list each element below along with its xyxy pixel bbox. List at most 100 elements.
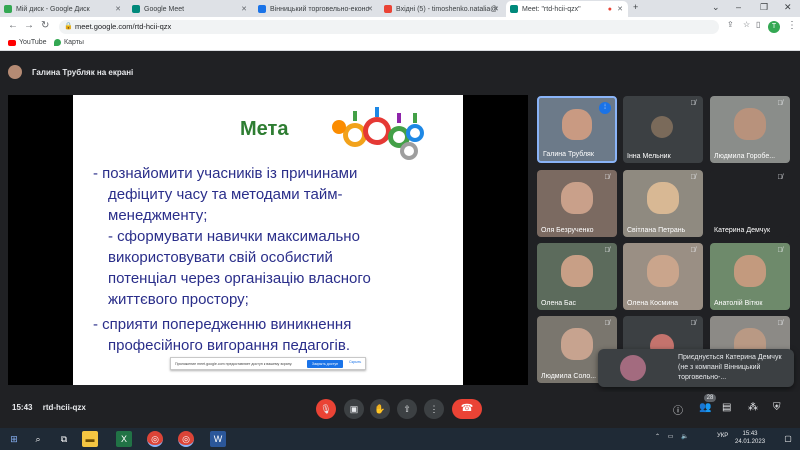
tray-date: 24.01.2023 [735, 439, 766, 445]
participant-tile[interactable]: ⦙ Галина Трубляк [537, 96, 617, 163]
slide-text-line: - сформувати навички максимально [108, 228, 360, 245]
presenter-avatar [8, 65, 22, 79]
sidebar-icon[interactable]: ▯ [756, 20, 760, 29]
url-text: meet.google.com/rtd-hcii-qzx [75, 22, 172, 31]
muted-mic-icon: 🎙̸ [777, 320, 783, 327]
volume-icon[interactable]: 🔈 [681, 434, 688, 440]
bookmark-youtube[interactable]: YouTube [8, 39, 47, 46]
bookmark-star-icon[interactable]: ☆ [743, 20, 750, 29]
task-view-icon[interactable]: ⧉ [56, 431, 72, 447]
participant-name: Галина Трубляк [543, 151, 594, 158]
tab-google-meet[interactable]: Google Meet ✕ [128, 1, 252, 17]
presenting-text: Галина Трубляк на екрані [32, 67, 134, 77]
minimize-button[interactable]: – [736, 2, 741, 12]
slide-title: Мета [240, 118, 289, 140]
file-explorer-icon[interactable]: ▬ [82, 431, 98, 447]
address-bar[interactable]: 🔒 meet.google.com/rtd-hcii-qzx [59, 20, 719, 34]
muted-mic-icon: 🎙̸ [604, 247, 610, 254]
close-tab-icon[interactable]: ✕ [241, 5, 247, 13]
input-language[interactable]: УКР [717, 433, 728, 439]
muted-mic-icon: 🎙̸ [604, 174, 610, 181]
participant-tile[interactable]: 🎙̸ Анатолій Вітюк [710, 243, 790, 310]
participant-name: Людмила Соло... [541, 373, 597, 380]
muted-mic-icon: 🎙̸ [777, 100, 783, 107]
meeting-time: 15:43 [12, 403, 33, 412]
share-icon[interactable]: ⇪ [727, 20, 734, 29]
google-meet-icon [132, 5, 140, 13]
profile-avatar[interactable]: T [768, 21, 780, 33]
maximize-button[interactable]: ❐ [760, 2, 768, 13]
join-notification[interactable]: Приєднується Катерина Демчук (не з компа… [598, 349, 794, 387]
network-icon[interactable]: ▭ [668, 434, 674, 440]
join-notification-text: Приєднується Катерина Демчук (не з компа… [678, 354, 782, 381]
reload-icon[interactable]: ↻ [41, 20, 49, 31]
participant-video [561, 182, 593, 215]
meeting-info: 15:43 rtd-hcii-qzx [12, 403, 86, 412]
chat-icon[interactable]: ▤ [722, 402, 731, 413]
slide-text-line: професійного вигорання педагогів. [108, 337, 351, 354]
muted-mic-icon: 🎙̸ [777, 174, 783, 181]
close-tab-icon[interactable]: ✕ [493, 5, 499, 13]
participant-name: Катерина Демчук [714, 227, 770, 234]
tab-gmail[interactable]: Вхідні (5) - timoshenko.natalia@ ✕ [380, 1, 504, 17]
google-meet-icon [510, 5, 518, 13]
present-screen-icon[interactable]: ⇧ [397, 399, 417, 419]
participants-icon[interactable]: 👥 [699, 402, 711, 413]
participant-tile[interactable]: 🎙̸ Олена Бас [537, 243, 617, 310]
participant-tile[interactable]: 🎙̸ Людмила Горобе... [710, 96, 790, 163]
tab-meet-call[interactable]: Meet: "rtd-hcii-qzx" ● ✕ [506, 1, 628, 17]
close-tab-icon[interactable]: ✕ [367, 5, 373, 13]
screen-share-notice: Приложение meet.google.com предоставляет… [170, 357, 366, 370]
hide-notice-link[interactable]: Скрыть [349, 360, 361, 364]
mic-off-icon[interactable]: 🎙 [316, 399, 336, 419]
bookmark-maps[interactable]: Карты [54, 39, 84, 46]
end-call-button[interactable]: ☎ [452, 399, 482, 419]
notifications-icon[interactable]: ▢ [780, 431, 796, 447]
tray-up-arrow-icon[interactable]: ⌃ [655, 434, 660, 440]
camera-icon[interactable]: ▣ [344, 399, 364, 419]
tab-google-drive[interactable]: Мій диск - Google Диск ✕ [0, 1, 126, 17]
maps-icon [54, 39, 61, 46]
forward-icon[interactable]: → [24, 20, 34, 31]
participant-tile[interactable]: 🎙̸ Оля Безрученко [537, 170, 617, 237]
participant-video [734, 255, 766, 288]
lock-icon: 🔒 [64, 23, 73, 30]
back-icon[interactable]: ← [8, 20, 18, 31]
tab-search-icon[interactable]: ⌄ [712, 2, 720, 13]
page-icon [258, 5, 266, 13]
participant-tile[interactable]: 🎙̸ Олена Космина [623, 243, 703, 310]
slide-text-line: - познайомити учасників із причинами [93, 165, 358, 182]
participant-video [647, 255, 679, 288]
more-options-icon[interactable]: ⋮ [424, 399, 444, 419]
tab-title: Google Meet [144, 5, 185, 13]
slide-text-line: дефіциту часу та методами тайм- [108, 186, 343, 203]
participant-tile[interactable]: 🎙̸ Катерина Демчук [710, 170, 790, 237]
windows-start-icon[interactable]: ⊞ [6, 431, 22, 447]
close-window-button[interactable]: ✕ [784, 2, 792, 13]
tab-title: Вінницький торговельно-еконо [270, 5, 370, 13]
google-drive-icon [4, 5, 12, 13]
tab-college-site[interactable]: Вінницький торговельно-еконо ✕ [254, 1, 378, 17]
slide-text-line: використовувати свій особистий [108, 249, 333, 266]
host-controls-icon[interactable]: ⛨ [773, 402, 781, 413]
excel-icon[interactable]: X [116, 431, 132, 447]
close-tab-icon[interactable]: ✕ [115, 5, 121, 13]
meeting-details-icon[interactable]: ⓘ [673, 402, 683, 417]
taskbar-clock[interactable]: 15:43 24.01.2023 [735, 430, 765, 446]
activities-icon[interactable]: ⁂ [748, 402, 758, 413]
participant-tile[interactable]: 🎙̸ Інна Мельник [623, 96, 703, 163]
chrome-icon[interactable]: ◎ [178, 431, 194, 447]
muted-mic-icon: 🎙̸ [690, 320, 696, 327]
new-tab-button[interactable]: + [633, 2, 638, 12]
more-menu-icon[interactable]: ⋮ [787, 20, 797, 31]
search-icon[interactable]: ⌕ [30, 431, 46, 447]
slide-text-line: життєвого простору; [108, 291, 249, 308]
word-icon[interactable]: W [210, 431, 226, 447]
browser-toolbar: ← → ↻ 🔒 meet.google.com/rtd-hcii-qzx ⇪ ☆… [0, 17, 800, 37]
participant-tile[interactable]: 🎙̸ Світлана Петрань [623, 170, 703, 237]
stop-sharing-button[interactable]: Закрыть доступ [307, 360, 343, 368]
meeting-code: rtd-hcii-qzx [42, 403, 86, 412]
raise-hand-icon[interactable]: ✋ [370, 399, 390, 419]
close-tab-icon[interactable]: ✕ [617, 5, 623, 13]
chrome-icon[interactable]: ◎ [147, 431, 163, 447]
